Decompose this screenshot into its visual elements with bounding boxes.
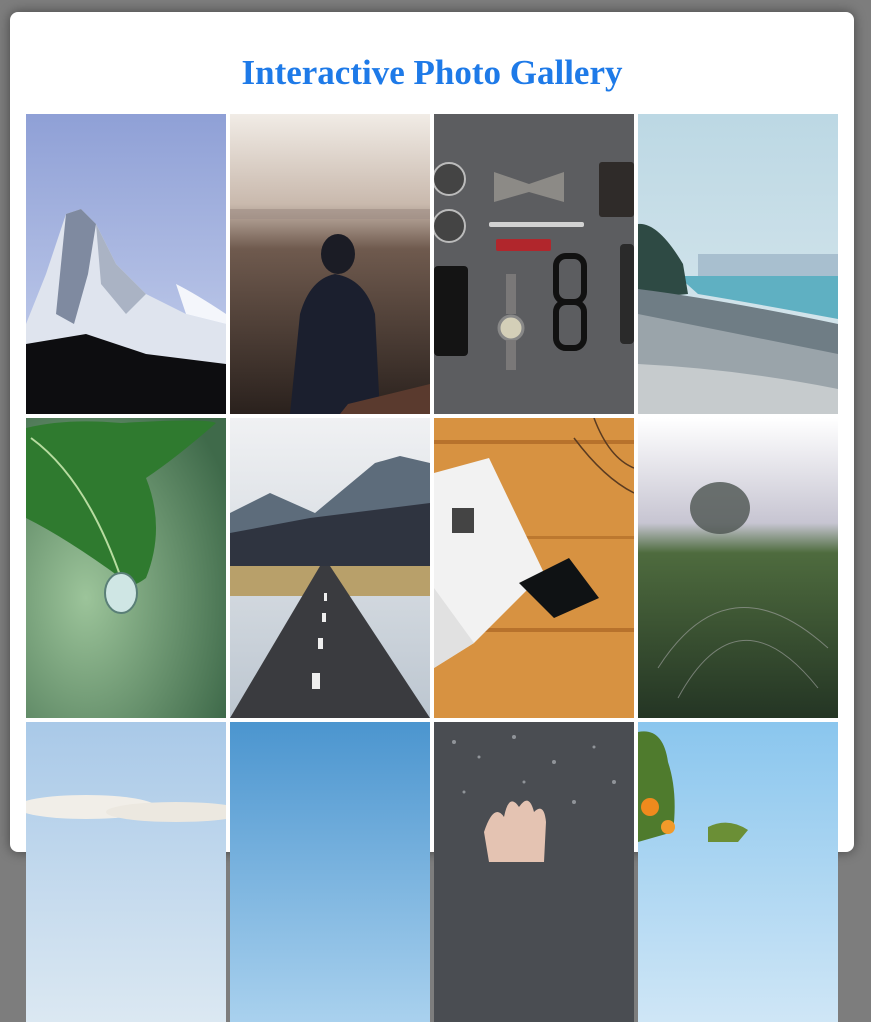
photo-rocky-shoreline [638, 114, 838, 414]
photo-clouds-sky [26, 722, 226, 1022]
photo-mountain-road [230, 418, 430, 718]
photo-magazine-on-wood-table [434, 418, 634, 718]
photo-leaf-water-drop [26, 418, 226, 718]
photo-tile[interactable] [230, 722, 430, 1022]
photo-person-overlooking-city [230, 114, 430, 414]
photo-misty-field-spiderweb [638, 418, 838, 718]
page-title: Interactive Photo Gallery [241, 53, 623, 92]
photo-tile[interactable] [638, 722, 838, 1022]
photo-tile[interactable] [26, 114, 226, 414]
photo-tile[interactable] [434, 114, 634, 414]
photo-tile[interactable] [230, 418, 430, 718]
photo-tile[interactable] [434, 418, 634, 718]
photo-snowy-mountain-peak [26, 114, 226, 414]
photo-flatlay-accessories [434, 114, 634, 414]
photo-tile[interactable] [26, 418, 226, 718]
photo-tile[interactable] [638, 418, 838, 718]
photo-hand-on-wet-glass [434, 722, 634, 1022]
photo-tile[interactable] [638, 114, 838, 414]
photo-tile[interactable] [26, 722, 226, 1022]
photo-blue-sky [230, 722, 430, 1022]
gallery-panel: Interactive Photo Gallery [10, 12, 854, 1022]
photo-tile[interactable] [434, 722, 634, 1022]
photo-tile[interactable] [230, 114, 430, 414]
photo-orange-tree [638, 722, 838, 1022]
photo-grid [26, 114, 838, 1022]
